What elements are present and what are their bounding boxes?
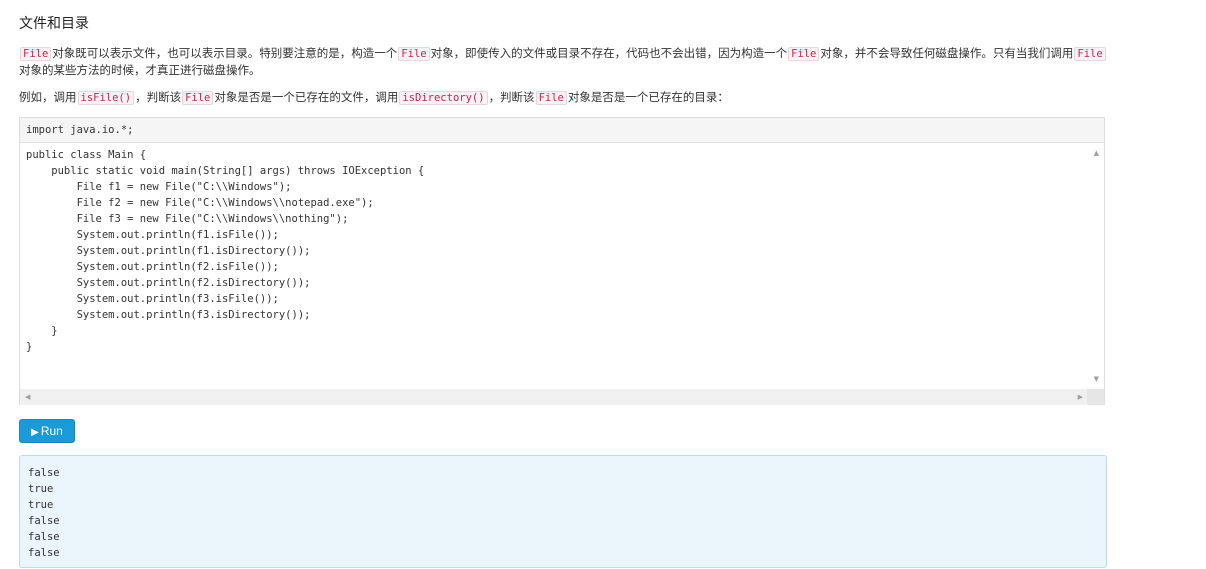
paragraph-text: 例如，调用 bbox=[19, 90, 77, 104]
run-button[interactable]: ▶ Run bbox=[19, 419, 75, 443]
vertical-scrollbar[interactable]: ▲ ▼ bbox=[1087, 143, 1104, 389]
section-title: 文件和目录 bbox=[19, 16, 89, 32]
paragraph-text: 对象，并不会导致任何磁盘操作。只有当我们调用 bbox=[820, 46, 1074, 60]
inline-code-file: File bbox=[788, 47, 820, 61]
horizontal-scrollbar[interactable]: ◀ ▶ bbox=[20, 389, 1088, 405]
inline-code-file: File bbox=[20, 47, 52, 61]
inline-code-file: File bbox=[398, 47, 430, 61]
code-editor: import java.io.*; public class Main { pu… bbox=[19, 117, 1105, 405]
paragraph-text: 对象是否是一个已存在的文件，调用 bbox=[214, 90, 399, 104]
scroll-right-icon[interactable]: ▶ bbox=[1078, 393, 1083, 401]
editor-code-area[interactable]: public class Main { public static void m… bbox=[20, 143, 1088, 389]
scrollbar-corner bbox=[1087, 389, 1104, 405]
intro-paragraph: File 对象既可以表示文件，也可以表示目录。特别要注意的是，构造一个 File 对象… bbox=[19, 45, 1109, 78]
scroll-up-icon[interactable]: ▲ bbox=[1094, 149, 1099, 157]
inline-code-file: File bbox=[535, 91, 567, 105]
example-paragraph: 例如，调用 isFile() ，判断该 File 对象是否是一个已存在的文件，调用 isD… bbox=[19, 89, 1109, 106]
inline-code-isfile: isFile() bbox=[77, 91, 135, 105]
inline-code-isdirectory: isDirectory() bbox=[399, 91, 488, 105]
inline-code-file: File bbox=[1074, 47, 1106, 61]
paragraph-text: 对象，即使传入的文件或目录不存在，代码也不会出错，因为构造一个 bbox=[430, 46, 788, 60]
play-icon: ▶ bbox=[31, 427, 39, 438]
output-text: false true true false false false bbox=[28, 467, 60, 559]
paragraph-text: 对象既可以表示文件，也可以表示目录。特别要注意的是，构造一个 bbox=[52, 46, 398, 60]
page: 文件和目录 File 对象既可以表示文件，也可以表示目录。特别要注意的是，构造一个… bbox=[0, 0, 1206, 569]
scroll-left-icon[interactable]: ◀ bbox=[25, 393, 30, 401]
inline-code-file: File bbox=[182, 91, 214, 105]
code-text: public class Main { public static void m… bbox=[26, 149, 425, 353]
paragraph-text: 对象的某些方法的时候，才真正进行磁盘操作。 bbox=[19, 63, 261, 77]
paragraph-text: 对象是否是一个已存在的目录： bbox=[567, 90, 729, 104]
editor-header-code: import java.io.*; bbox=[20, 118, 1104, 143]
scroll-down-icon[interactable]: ▼ bbox=[1094, 375, 1099, 383]
run-button-label: Run bbox=[40, 424, 63, 438]
import-line: import java.io.*; bbox=[26, 124, 134, 136]
output-panel: false true true false false false bbox=[19, 455, 1107, 568]
paragraph-text: ，判断该 bbox=[488, 90, 535, 104]
paragraph-text: ，判断该 bbox=[135, 90, 182, 104]
